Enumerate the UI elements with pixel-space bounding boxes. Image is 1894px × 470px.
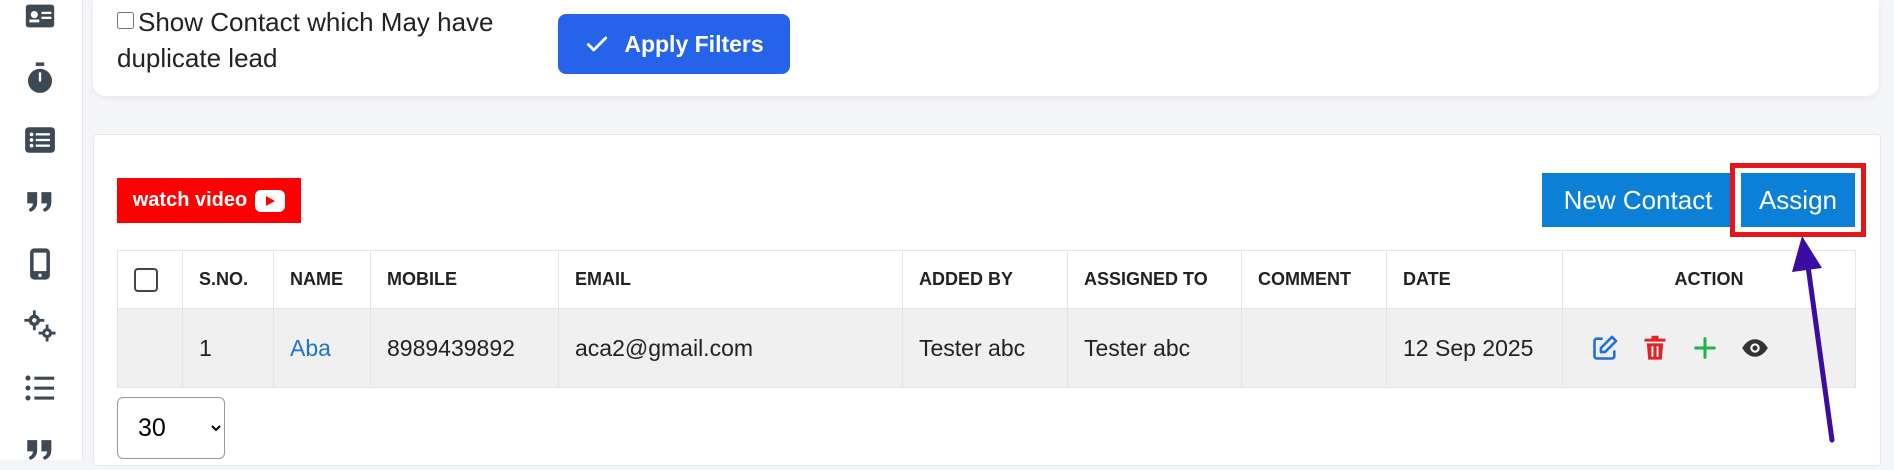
- cell-mobile: 8989439892: [370, 308, 559, 388]
- select-all-checkbox[interactable]: [134, 267, 158, 292]
- per-page-select[interactable]: 30: [117, 397, 225, 459]
- select-all-cell[interactable]: [117, 250, 183, 309]
- watch-video-button[interactable]: watch video: [117, 178, 301, 223]
- cell-date: 12 Sep 2025: [1386, 308, 1563, 388]
- table-row: 1 Aba 8989439892 aca2@gmail.com Tester a…: [117, 308, 1856, 388]
- quote-icon-partial[interactable]: [20, 430, 60, 470]
- cell-sno: 1: [182, 308, 274, 388]
- contacts-table: S.NO. NAME MOBILE EMAIL ADDED BY ASSIGNE…: [117, 250, 1856, 388]
- trash-icon[interactable]: [1641, 334, 1669, 362]
- contact-card-icon[interactable]: [20, 0, 60, 36]
- eye-icon[interactable]: [1741, 334, 1769, 362]
- watch-video-label: watch video: [132, 189, 248, 211]
- row-select-cell: [117, 308, 183, 388]
- header-comment: COMMENT: [1241, 250, 1387, 309]
- new-contact-button[interactable]: New Contact: [1542, 173, 1734, 227]
- plus-icon[interactable]: [1691, 334, 1719, 362]
- header-name: NAME: [273, 250, 371, 309]
- bullet-list-icon[interactable]: [20, 368, 60, 408]
- cell-assigned-to: Tester abc: [1067, 308, 1242, 388]
- contact-name-link[interactable]: Aba: [290, 335, 331, 361]
- gears-icon[interactable]: [20, 306, 60, 346]
- header-assigned-to: ASSIGNED TO: [1067, 250, 1242, 309]
- header-date: DATE: [1386, 250, 1563, 309]
- cell-name: Aba: [273, 308, 371, 388]
- cell-added-by: Tester abc: [902, 308, 1068, 388]
- cell-email: aca2@gmail.com: [558, 308, 903, 388]
- contacts-panel: watch video New Contact Assign S.NO. NAM…: [93, 134, 1881, 466]
- check-icon: [587, 36, 608, 52]
- list-box-icon[interactable]: [20, 120, 60, 160]
- mobile-icon[interactable]: [20, 244, 60, 284]
- header-email: EMAIL: [558, 250, 903, 309]
- stopwatch-icon[interactable]: [20, 58, 60, 98]
- apply-filters-label: Apply Filters: [624, 30, 764, 57]
- duplicate-lead-filter[interactable]: Show Contact which May have duplicate le…: [117, 4, 537, 76]
- assign-button[interactable]: Assign: [1741, 173, 1855, 227]
- sidebar: [0, 0, 83, 460]
- edit-icon[interactable]: [1591, 334, 1619, 362]
- header-sno: S.NO.: [182, 250, 274, 309]
- filter-panel: Show Contact which May have duplicate le…: [93, 0, 1879, 96]
- quote-icon[interactable]: [20, 182, 60, 222]
- duplicate-lead-label: Show Contact which May have duplicate le…: [117, 7, 494, 73]
- cell-comment: [1241, 308, 1387, 388]
- header-mobile: MOBILE: [370, 250, 559, 309]
- table-header-row: S.NO. NAME MOBILE EMAIL ADDED BY ASSIGNE…: [117, 250, 1856, 309]
- apply-filters-button[interactable]: Apply Filters: [558, 14, 790, 74]
- duplicate-lead-checkbox[interactable]: [117, 12, 134, 29]
- annotation-arrow: [1792, 236, 1835, 443]
- youtube-play-icon: [255, 189, 286, 212]
- header-added-by: ADDED BY: [902, 250, 1068, 309]
